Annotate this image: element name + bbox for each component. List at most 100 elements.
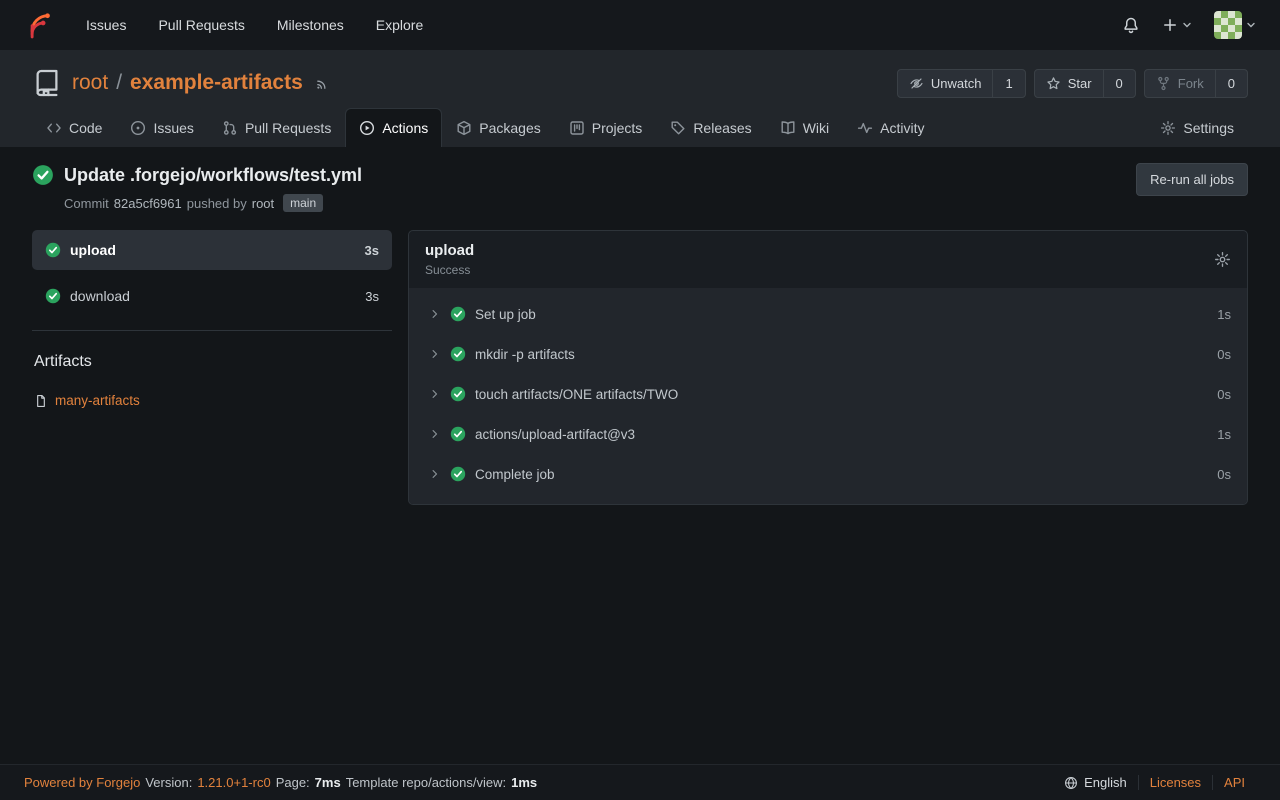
unwatch-button[interactable]: Unwatch (898, 70, 993, 97)
template-time-value: 1ms (511, 775, 537, 790)
tab-settings[interactable]: Settings (1146, 108, 1248, 147)
bell-icon (1122, 16, 1140, 34)
job-detail-header: upload Success (409, 231, 1247, 288)
star-button-group: Star 0 (1034, 69, 1136, 98)
sidebar-divider (32, 330, 392, 331)
step-duration: 0s (1217, 387, 1231, 402)
step-row-upload-artifact[interactable]: actions/upload-artifact@v3 1s (409, 414, 1247, 454)
stars-count[interactable]: 0 (1103, 70, 1135, 97)
tab-issues[interactable]: Issues (116, 108, 207, 147)
create-new-button[interactable] (1162, 17, 1192, 33)
artifact-name: many-artifacts (55, 393, 140, 408)
powered-by-link[interactable]: Powered by Forgejo (24, 775, 140, 790)
job-duration: 3s (365, 243, 379, 258)
tab-label: Issues (153, 120, 193, 136)
chevron-right-icon (429, 348, 441, 360)
licenses-link[interactable]: Licenses (1150, 775, 1201, 790)
job-detail-card: upload Success Set (408, 230, 1248, 505)
main-content: Update .forgejo/workflows/test.yml Commi… (0, 147, 1280, 764)
watch-button-group: Unwatch 1 (897, 69, 1026, 98)
tab-pull-requests[interactable]: Pull Requests (208, 108, 345, 147)
footer-left: Powered by Forgejo Version: 1.21.0+1-rc0… (24, 775, 537, 790)
fork-button-group: Fork 0 (1144, 69, 1248, 98)
author-link[interactable]: root (252, 196, 274, 211)
footer-right: English Licenses API (1053, 775, 1256, 790)
tab-activity[interactable]: Activity (843, 108, 938, 147)
tab-packages[interactable]: Packages (442, 108, 554, 147)
tab-wiki[interactable]: Wiki (766, 108, 843, 147)
run-title: Update .forgejo/workflows/test.yml (64, 163, 362, 187)
commit-sha-link[interactable]: 82a5cf6961 (114, 196, 182, 211)
tab-label: Activity (880, 120, 924, 136)
step-row-touch[interactable]: touch artifacts/ONE artifacts/TWO 0s (409, 374, 1247, 414)
step-duration: 0s (1217, 467, 1231, 482)
tab-releases[interactable]: Releases (656, 108, 765, 147)
step-duration: 1s (1217, 427, 1231, 442)
job-name: upload (70, 242, 116, 258)
user-menu-button[interactable] (1214, 11, 1256, 39)
job-options-gear-icon[interactable] (1214, 251, 1231, 268)
job-row-download[interactable]: download 3s (32, 276, 392, 316)
navbar-right (1122, 11, 1256, 39)
repo-title: root / example-artifacts (72, 71, 303, 95)
version-label: Version: (145, 775, 192, 790)
navbar-left: Issues Pull Requests Milestones Explore (24, 10, 423, 40)
step-row-complete[interactable]: Complete job 0s (409, 454, 1247, 494)
step-row-mkdir[interactable]: mkdir -p artifacts 0s (409, 334, 1247, 374)
tab-label: Settings (1183, 120, 1234, 136)
nav-item-explore[interactable]: Explore (376, 17, 423, 33)
api-item: API (1212, 775, 1256, 790)
rerun-all-jobs-button[interactable]: Re-run all jobs (1136, 163, 1248, 196)
tab-actions[interactable]: Actions (345, 108, 442, 147)
version-link[interactable]: 1.21.0+1-rc0 (197, 775, 270, 790)
step-name: Set up job (475, 307, 536, 322)
run-header: Update .forgejo/workflows/test.yml Commi… (32, 163, 1248, 212)
fork-label: Fork (1178, 76, 1204, 91)
avatar (1214, 11, 1242, 39)
success-check-icon (450, 346, 466, 362)
rss-icon[interactable] (315, 76, 330, 91)
pulse-icon (857, 120, 873, 136)
language-selector[interactable]: English (1053, 775, 1138, 790)
watchers-count[interactable]: 1 (992, 70, 1024, 97)
chevron-right-icon (429, 468, 441, 480)
step-name: touch artifacts/ONE artifacts/TWO (475, 387, 678, 402)
job-row-upload[interactable]: upload 3s (32, 230, 392, 270)
repo-name-link[interactable]: example-artifacts (130, 71, 303, 95)
success-check-icon (450, 426, 466, 442)
step-duration: 0s (1217, 347, 1231, 362)
tab-projects[interactable]: Projects (555, 108, 657, 147)
nav-item-issues[interactable]: Issues (86, 17, 126, 33)
globe-icon (1064, 776, 1078, 790)
job-list-sidebar: upload 3s download 3s Artifacts man (32, 230, 392, 408)
run-title-block: Update .forgejo/workflows/test.yml Commi… (32, 163, 362, 212)
tag-icon (670, 120, 686, 136)
nav-item-milestones[interactable]: Milestones (277, 17, 344, 33)
tab-code[interactable]: Code (32, 108, 116, 147)
tab-label: Pull Requests (245, 120, 331, 136)
project-board-icon (569, 120, 585, 136)
fork-button[interactable]: Fork (1145, 70, 1215, 97)
step-name: mkdir -p artifacts (475, 347, 575, 362)
play-circle-icon (359, 120, 375, 136)
step-name: Complete job (475, 467, 555, 482)
top-navbar: Issues Pull Requests Milestones Explore (0, 0, 1280, 50)
notifications-button[interactable] (1122, 16, 1140, 34)
unwatch-label: Unwatch (931, 76, 982, 91)
forgejo-logo-icon[interactable] (24, 10, 54, 40)
success-check-icon (45, 288, 61, 304)
step-row-setup[interactable]: Set up job 1s (409, 294, 1247, 334)
tab-label: Wiki (803, 120, 829, 136)
branch-badge[interactable]: main (283, 194, 323, 212)
forks-count[interactable]: 0 (1215, 70, 1247, 97)
nav-item-pull-requests[interactable]: Pull Requests (158, 17, 244, 33)
repo-owner-link[interactable]: root (72, 71, 108, 95)
package-icon (456, 120, 472, 136)
licenses-item: Licenses (1138, 775, 1212, 790)
eye-slash-icon (909, 76, 924, 91)
repo-title-row: root / example-artifacts (32, 68, 1248, 98)
plus-icon (1162, 17, 1178, 33)
api-link[interactable]: API (1224, 775, 1245, 790)
star-button[interactable]: Star (1035, 70, 1103, 97)
artifact-link-many-artifacts[interactable]: many-artifacts (34, 393, 392, 408)
